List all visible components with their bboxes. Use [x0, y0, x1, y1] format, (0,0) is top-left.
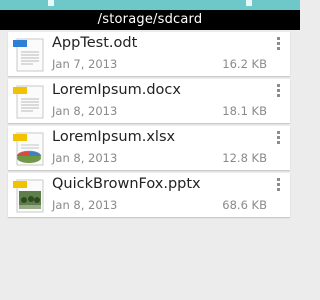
file-size: 16.2 KB: [222, 57, 267, 71]
pptx-presentation-icon: [13, 179, 44, 213]
xlsx-spreadsheet-icon: [13, 132, 44, 166]
status-bar: [0, 0, 300, 10]
file-item[interactable]: LoremIpsum.docx Jan 8, 2013 18.1 KB: [8, 79, 290, 123]
file-date: Jan 7, 2013: [52, 57, 118, 71]
file-name: LoremIpsum.xlsx: [52, 129, 176, 145]
file-size: 12.8 KB: [222, 151, 267, 165]
file-date: Jan 8, 2013: [52, 198, 118, 212]
file-name: QuickBrownFox.pptx: [52, 176, 201, 192]
docx-document-icon: [13, 85, 44, 119]
file-name: AppTest.odt: [52, 35, 138, 51]
overflow-menu-icon[interactable]: [274, 82, 284, 98]
overflow-menu-icon[interactable]: [274, 35, 284, 51]
current-path: /storage/sdcard: [0, 10, 300, 30]
file-item[interactable]: QuickBrownFox.pptx Jan 8, 2013 68.6 KB: [8, 173, 290, 217]
overflow-menu-icon[interactable]: [274, 129, 284, 145]
file-name: LoremIpsum.docx: [52, 82, 181, 98]
odt-document-icon: [13, 38, 44, 72]
status-indicator: [246, 0, 252, 6]
file-date: Jan 8, 2013: [52, 151, 118, 165]
overflow-menu-icon[interactable]: [274, 176, 284, 192]
file-size: 18.1 KB: [222, 104, 267, 118]
file-date: Jan 8, 2013: [52, 104, 118, 118]
file-item[interactable]: AppTest.odt Jan 7, 2013 16.2 KB: [8, 32, 290, 76]
status-indicator: [48, 0, 54, 6]
file-item[interactable]: LoremIpsum.xlsx Jan 8, 2013 12.8 KB: [8, 126, 290, 170]
file-size: 68.6 KB: [222, 198, 267, 212]
